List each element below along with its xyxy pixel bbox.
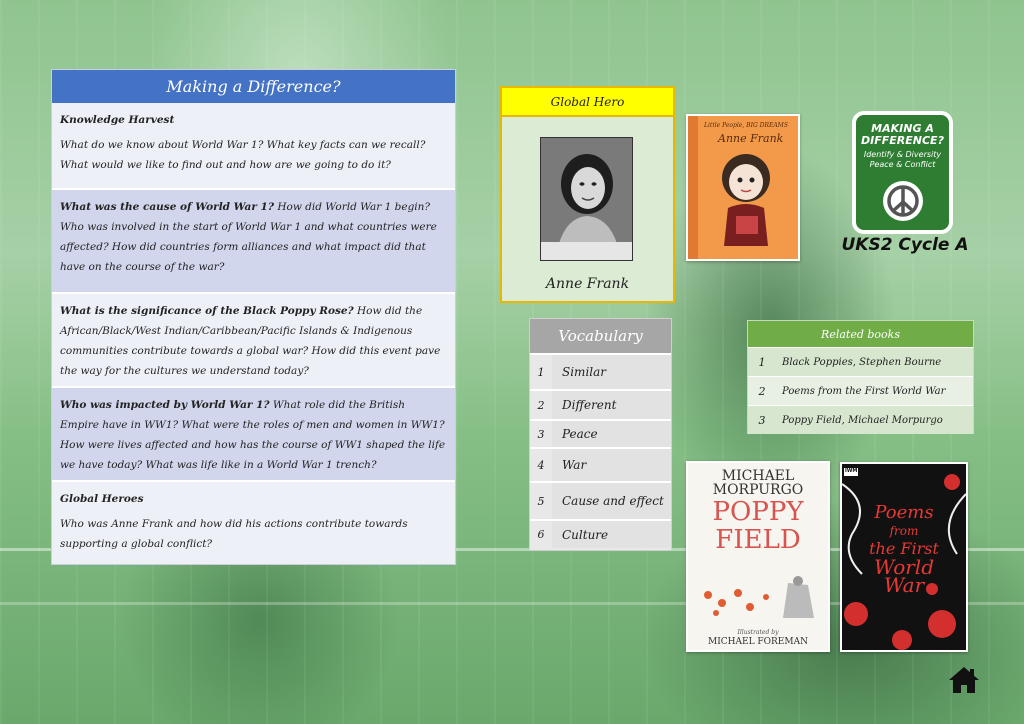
related-books-title: Related books: [748, 321, 973, 347]
cover-author: MICHAEL MORPURGO: [712, 468, 804, 498]
related-book-number: 1: [758, 355, 766, 369]
related-book-row: 3 Poppy Field, Michael Morpurgo: [748, 405, 973, 434]
badge-title: MAKING A DIFFERENCE?: [861, 122, 944, 147]
vocabulary-title: Vocabulary: [530, 319, 671, 353]
cycle-caption: UKS2 Cycle A: [841, 235, 969, 255]
vocab-word: Different: [552, 391, 671, 419]
vocab-number: 1: [537, 365, 545, 379]
section-cause-of-war: What was the cause of World War 1? How d…: [52, 188, 455, 292]
vocab-row: 2 Different: [530, 389, 671, 419]
topic-questions-panel: Making a Difference? Knowledge Harvest W…: [51, 69, 456, 565]
section-text: Who was Anne Frank and how did his actio…: [60, 518, 408, 550]
cover-title: Poems from the First World War: [842, 502, 966, 597]
topic-badge: MAKING A DIFFERENCE? Identify & Diversit…: [852, 111, 953, 234]
related-book-number: 2: [758, 384, 766, 398]
vocab-word: War: [552, 449, 671, 481]
poppy-field-book-cover: MICHAEL MORPURGO POPPY FIELD Illustrated…: [686, 461, 830, 652]
vocab-row: 5 Cause and effect: [530, 481, 671, 519]
vocab-number: 5: [537, 494, 545, 508]
cover-title-line: Poems: [874, 502, 934, 523]
section-black-poppy: What is the significance of the Black Po…: [52, 292, 455, 386]
vocab-number: 3: [537, 427, 545, 441]
vocab-word: Culture: [552, 521, 671, 548]
home-icon[interactable]: [948, 666, 980, 694]
related-book-number: 3: [758, 413, 766, 427]
global-hero-header: Global Hero: [502, 88, 673, 117]
related-book-title: Poppy Field, Michael Morpurgo: [782, 414, 943, 426]
badge-subtitle-1: Identify & Diversity: [863, 150, 942, 159]
peace-icon: [883, 181, 923, 221]
related-book-row: 2 Poems from the First World War: [748, 376, 973, 405]
cover-series: Little People, BIG DREAMS: [704, 122, 788, 129]
vocab-row: 4 War: [530, 447, 671, 481]
section-heading: Knowledge Harvest: [60, 114, 175, 126]
anne-frank-book-cover: Little People, BIG DREAMS Anne Frank: [686, 114, 800, 261]
panel-title: Making a Difference?: [52, 70, 455, 103]
section-lead: Who was impacted by World War 1?: [60, 399, 270, 411]
vocab-number: 6: [537, 528, 545, 541]
section-global-heroes: Global Heroes Who was Anne Frank and how…: [52, 480, 455, 560]
related-book-title: Poems from the First World War: [782, 385, 946, 397]
cover-title: Anne Frank: [718, 132, 784, 145]
portrait-illustration: [541, 138, 632, 260]
cover-title-line: War: [883, 573, 925, 597]
vocab-number: 4: [537, 458, 545, 472]
vocab-number: 2: [537, 398, 545, 412]
section-lead: What was the cause of World War 1?: [60, 201, 275, 213]
cover-title-line1: POPPY: [712, 497, 804, 527]
related-book-row: 1 Black Poppies, Stephen Bourne: [748, 347, 973, 376]
global-hero-card: Global Hero Anne Frank: [500, 86, 675, 303]
section-heading: Global Heroes: [60, 493, 144, 505]
vocab-row: 6 Culture: [530, 519, 671, 548]
poppy-field-illustration: [704, 576, 814, 618]
vocab-row: 1 Similar: [530, 353, 671, 389]
vocab-row: 3 Peace: [530, 419, 671, 447]
badge-subtitle-2: Peace & Conflict: [869, 160, 936, 169]
section-text: What do we know about World War 1? What …: [60, 139, 426, 171]
cover-illustrated-by: Illustrated by: [737, 629, 779, 636]
related-book-title: Black Poppies, Stephen Bourne: [782, 356, 942, 368]
cover-publisher: IWM: [845, 468, 858, 474]
vocabulary-table: Vocabulary 1 Similar 2 Different 3 Peace…: [529, 318, 672, 551]
vocab-word: Peace: [552, 421, 671, 447]
section-who-impacted: Who was impacted by World War 1? What ro…: [52, 386, 455, 480]
section-knowledge-harvest: Knowledge Harvest What do we know about …: [52, 103, 455, 188]
vocab-word: Cause and effect: [552, 483, 671, 519]
cover-illustrator: MICHAEL FOREMAN: [708, 637, 808, 647]
section-lead: What is the significance of the Black Po…: [60, 305, 354, 317]
related-books-table: Related books 1 Black Poppies, Stephen B…: [747, 320, 974, 434]
poems-first-world-war-book-cover: IWM Poems from the First World War: [840, 462, 968, 652]
hero-name: Anne Frank: [545, 276, 630, 292]
anne-frank-portrait: [540, 137, 633, 261]
vocab-word: Similar: [552, 355, 671, 389]
cover-title-line: from: [889, 524, 919, 538]
cover-title-line2: FIELD: [715, 525, 801, 555]
